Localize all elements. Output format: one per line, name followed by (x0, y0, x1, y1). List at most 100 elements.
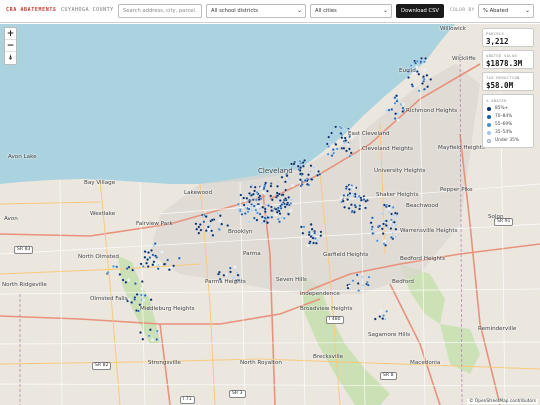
parcel-marker[interactable] (112, 264, 115, 268)
parcel-marker[interactable] (391, 231, 395, 235)
zoom-in-button[interactable]: + (5, 28, 16, 40)
parcel-marker[interactable] (250, 208, 254, 212)
parcel-marker[interactable] (155, 337, 159, 341)
parcel-marker[interactable] (276, 206, 280, 210)
parcel-marker[interactable] (146, 265, 150, 268)
parcel-marker[interactable] (415, 70, 419, 73)
parcel-marker[interactable] (319, 230, 323, 234)
parcel-marker[interactable] (266, 216, 270, 219)
parcel-marker[interactable] (282, 216, 286, 220)
parcel-marker[interactable] (118, 272, 122, 276)
parcel-marker[interactable] (387, 207, 391, 211)
parcel-marker[interactable] (298, 178, 302, 182)
parcel-marker[interactable] (375, 239, 379, 243)
city-select[interactable]: All cities ⌄ (310, 4, 392, 18)
parcel-marker[interactable] (198, 223, 202, 226)
parcel-marker[interactable] (269, 182, 273, 185)
parcel-marker[interactable] (263, 210, 267, 214)
parcel-marker[interactable] (345, 149, 348, 153)
parcel-marker[interactable] (284, 188, 288, 192)
parcel-marker[interactable] (330, 154, 334, 158)
parcel-marker[interactable] (385, 309, 389, 313)
parcel-marker[interactable] (300, 182, 304, 186)
parcel-marker[interactable] (197, 231, 201, 235)
parcel-marker[interactable] (355, 273, 359, 277)
parcel-marker[interactable] (207, 228, 211, 232)
parcel-marker[interactable] (383, 239, 387, 243)
parcel-marker[interactable] (262, 186, 266, 190)
parcel-marker[interactable] (364, 206, 367, 210)
parcel-marker[interactable] (384, 243, 388, 247)
parcel-marker[interactable] (260, 221, 264, 225)
parcel-marker[interactable] (351, 194, 355, 197)
parcel-marker[interactable] (279, 206, 283, 210)
parcel-marker[interactable] (135, 309, 138, 312)
parcel-marker[interactable] (260, 185, 263, 189)
parcel-marker[interactable] (258, 194, 262, 198)
parcel-marker[interactable] (210, 218, 214, 222)
parcel-marker[interactable] (347, 206, 351, 210)
parcel-marker[interactable] (301, 164, 305, 168)
parcel-marker[interactable] (269, 184, 273, 188)
parcel-marker[interactable] (423, 68, 426, 72)
parcel-marker[interactable] (250, 183, 254, 187)
parcel-marker[interactable] (283, 202, 286, 206)
map-canvas[interactable]: Willowick Euclid Wickliffe Richmond Heig… (0, 24, 540, 405)
parcel-marker[interactable] (153, 242, 157, 246)
parcel-marker[interactable] (390, 107, 394, 111)
parcel-marker[interactable] (395, 214, 399, 218)
parcel-marker[interactable] (236, 202, 240, 206)
parcel-marker[interactable] (152, 260, 156, 264)
parcel-marker[interactable] (218, 214, 222, 218)
parcel-marker[interactable] (353, 203, 357, 207)
parcel-marker[interactable] (242, 196, 246, 200)
parcel-marker[interactable] (143, 294, 147, 297)
parcel-marker[interactable] (139, 262, 143, 266)
parcel-marker[interactable] (160, 250, 164, 254)
parcel-marker[interactable] (311, 236, 315, 240)
parcel-marker[interactable] (255, 211, 259, 215)
parcel-marker[interactable] (342, 146, 346, 150)
parcel-marker[interactable] (392, 220, 396, 224)
parcel-marker[interactable] (386, 225, 390, 229)
parcel-marker[interactable] (280, 175, 284, 179)
parcel-marker[interactable] (156, 267, 160, 271)
parcel-marker[interactable] (162, 262, 166, 266)
parcel-marker[interactable] (327, 144, 330, 148)
parcel-marker[interactable] (127, 297, 131, 301)
parcel-marker[interactable] (309, 222, 313, 226)
parcel-marker[interactable] (140, 287, 144, 291)
parcel-marker[interactable] (343, 141, 346, 145)
parcel-marker[interactable] (339, 131, 343, 135)
parcel-marker[interactable] (313, 231, 317, 235)
parcel-marker[interactable] (283, 205, 287, 209)
parcel-marker[interactable] (261, 205, 265, 209)
parcel-marker[interactable] (378, 315, 382, 318)
parcel-marker[interactable] (233, 265, 237, 269)
parcel-marker[interactable] (127, 278, 131, 282)
parcel-marker[interactable] (318, 172, 322, 176)
parcel-marker[interactable] (310, 177, 314, 181)
parcel-marker[interactable] (269, 205, 273, 209)
parcel-marker[interactable] (278, 212, 282, 216)
parcel-marker[interactable] (422, 60, 426, 64)
parcel-marker[interactable] (426, 85, 430, 89)
parcel-marker[interactable] (131, 268, 135, 272)
parcel-marker[interactable] (253, 189, 257, 193)
parcel-marker[interactable] (334, 125, 338, 129)
parcel-marker[interactable] (347, 187, 351, 191)
parcel-marker[interactable] (381, 317, 385, 321)
parcel-marker[interactable] (204, 215, 208, 219)
parcel-marker[interactable] (115, 265, 119, 269)
parcel-marker[interactable] (287, 177, 291, 180)
parcel-marker[interactable] (409, 64, 413, 68)
parcel-marker[interactable] (298, 168, 302, 172)
parcel-marker[interactable] (252, 216, 256, 220)
parcel-marker[interactable] (303, 178, 307, 182)
parcel-marker[interactable] (340, 136, 344, 140)
parcel-marker[interactable] (312, 166, 316, 169)
parcel-marker[interactable] (106, 271, 110, 274)
parcel-marker[interactable] (244, 206, 247, 210)
parcel-marker[interactable] (330, 131, 334, 135)
parcel-marker[interactable] (204, 229, 208, 233)
